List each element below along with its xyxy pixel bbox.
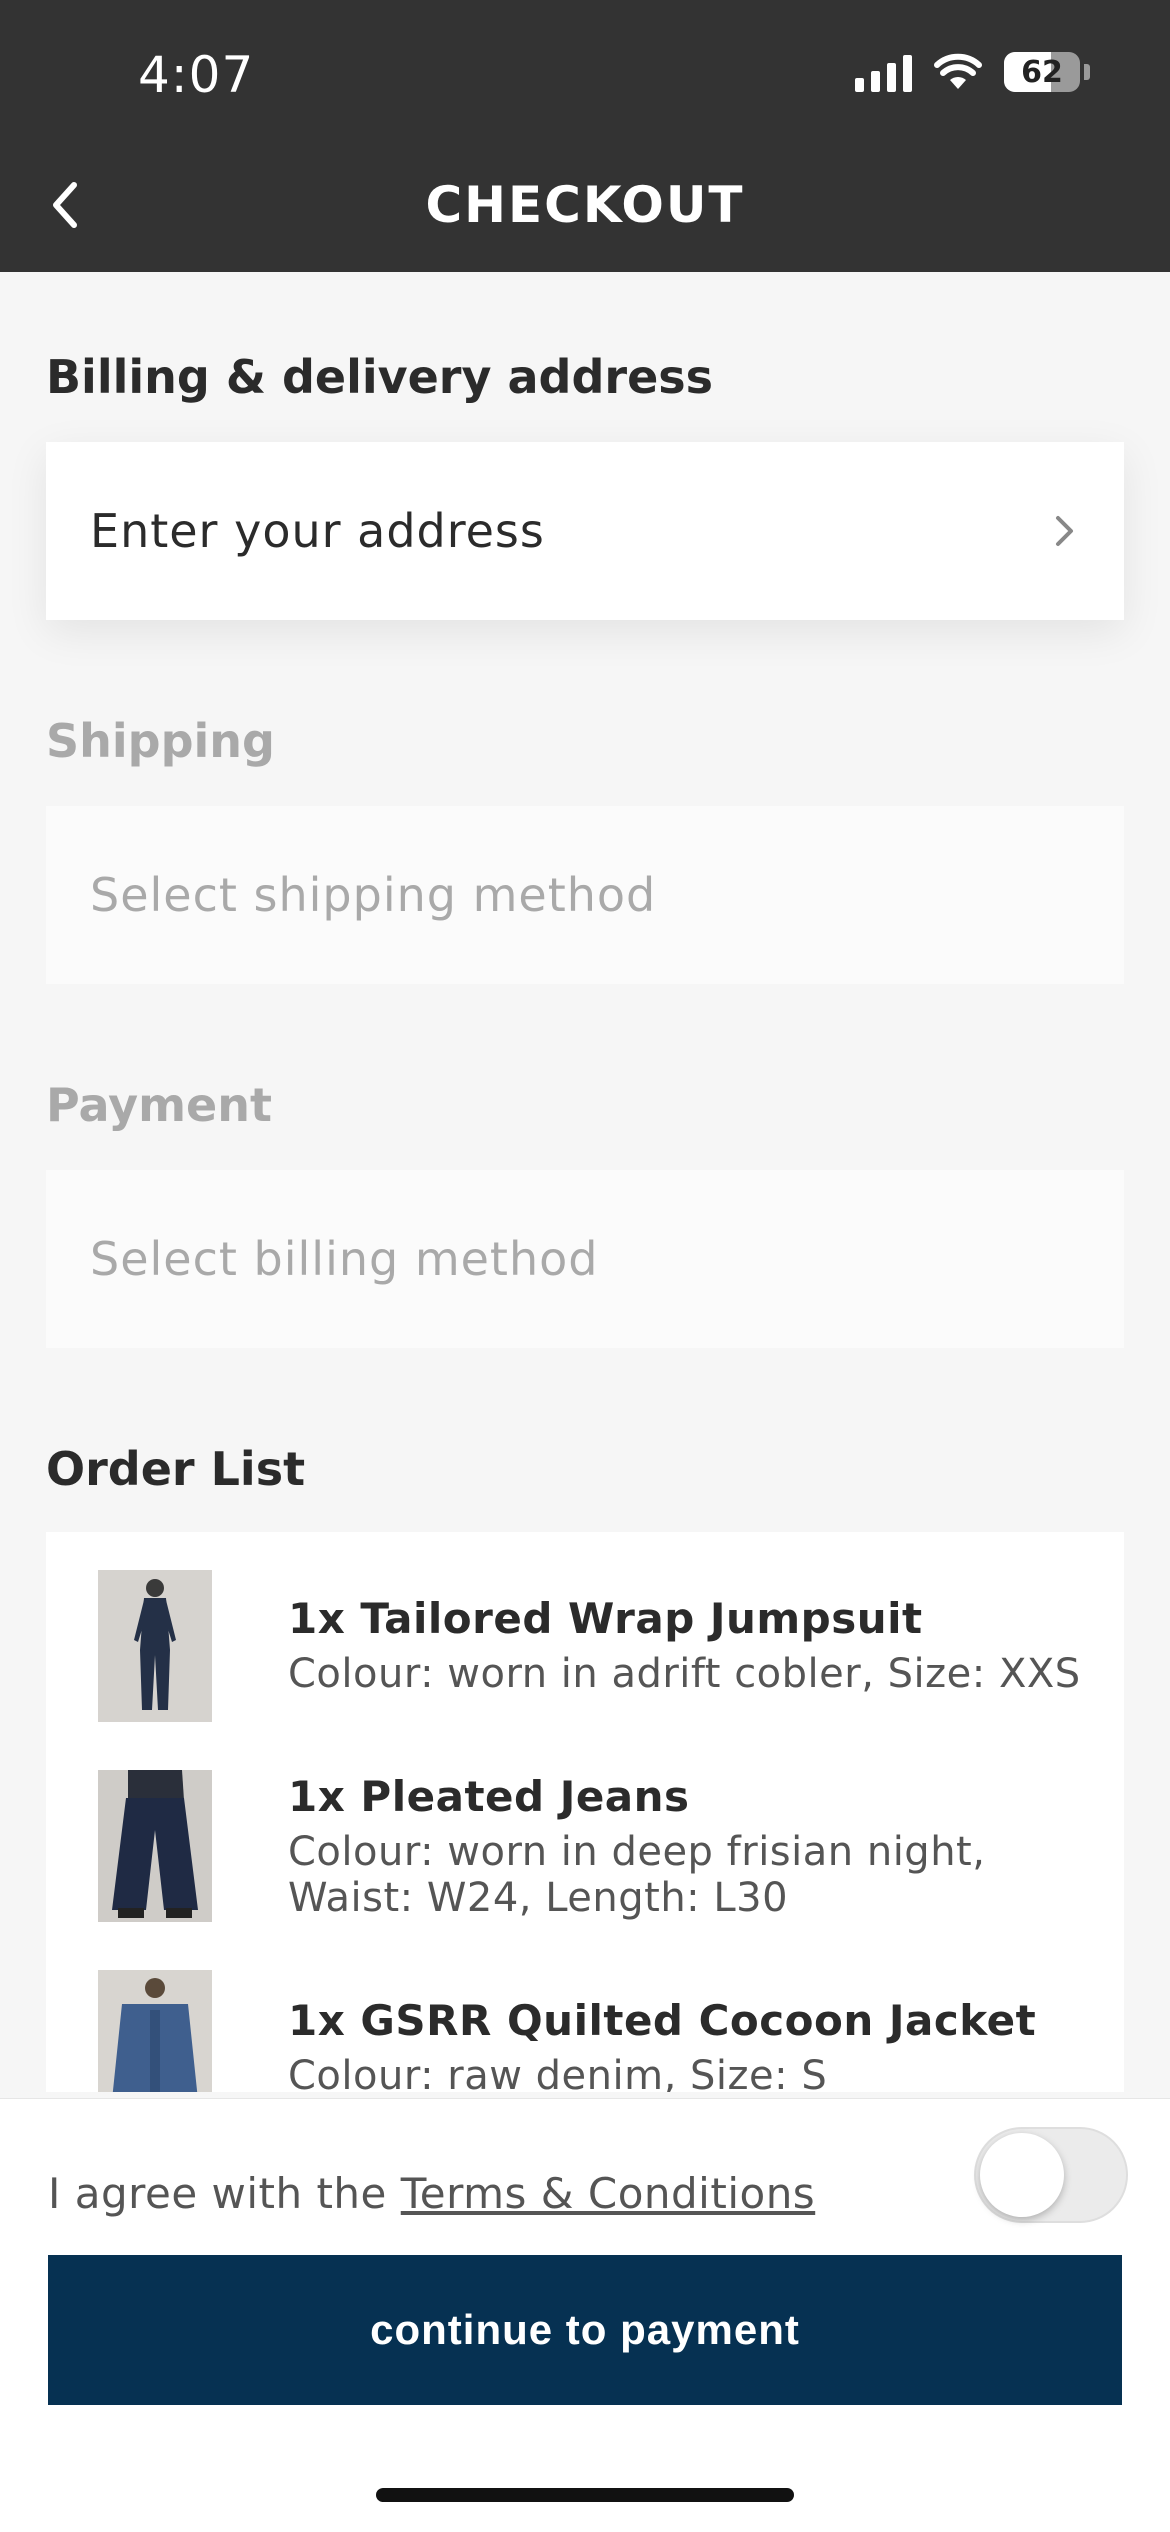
billing-method-field: Select billing method <box>46 1170 1124 1348</box>
item-name: 1x Tailored Wrap Jumpsuit <box>288 1594 923 1643</box>
order-list: 1x Tailored Wrap Jumpsuit Colour: worn i… <box>46 1532 1124 2092</box>
terms-prefix: I agree with the <box>48 2169 401 2218</box>
chevron-right-icon <box>1056 516 1073 546</box>
page-title: CHECKOUT <box>425 176 745 234</box>
address-field[interactable]: Enter your address <box>46 442 1124 620</box>
shipping-method-label: Select shipping method <box>90 868 657 922</box>
payment-section-title: Payment <box>46 1078 272 1132</box>
cellular-signal-icon <box>855 52 912 92</box>
checkout-footer: I agree with the Terms & Conditions cont… <box>0 2098 1170 2532</box>
product-image <box>98 1570 212 1722</box>
battery-nub <box>1084 64 1090 80</box>
status-icons: 62 <box>855 52 1090 92</box>
terms-text: I agree with the Terms & Conditions <box>48 2169 815 2218</box>
product-image <box>98 1970 212 2092</box>
billing-section-title: Billing & delivery address <box>46 350 714 404</box>
terms-link[interactable]: Terms & Conditions <box>401 2169 815 2218</box>
shipping-method-field: Select shipping method <box>46 806 1124 984</box>
item-details: Colour: worn in deep frisian night, Wais… <box>288 1829 986 1921</box>
header: 4:07 62 CHECKOUT <box>0 0 1170 272</box>
item-name: 1x Pleated Jeans <box>288 1772 690 1821</box>
order-list-title: Order List <box>46 1442 306 1496</box>
shipping-section-title: Shipping <box>46 714 275 768</box>
toggle-knob <box>980 2133 1064 2217</box>
battery-icon: 62 <box>1004 52 1080 92</box>
item-details: Colour: worn in adrift cobler, Size: XXS <box>288 1651 1081 1697</box>
status-time: 4:07 <box>138 46 255 104</box>
continue-to-payment-button[interactable]: continue to payment <box>48 2255 1122 2405</box>
address-field-label: Enter your address <box>90 504 545 558</box>
product-image <box>98 1770 212 1922</box>
item-name: 1x GSRR Quilted Cocoon Jacket <box>288 1996 1037 2045</box>
billing-method-label: Select billing method <box>90 1232 599 1286</box>
item-details: Colour: raw denim, Size: S <box>288 2053 828 2092</box>
battery-level: 62 <box>1021 54 1063 90</box>
home-indicator <box>376 2488 794 2502</box>
wifi-icon <box>934 53 982 89</box>
terms-toggle[interactable] <box>974 2127 1128 2223</box>
